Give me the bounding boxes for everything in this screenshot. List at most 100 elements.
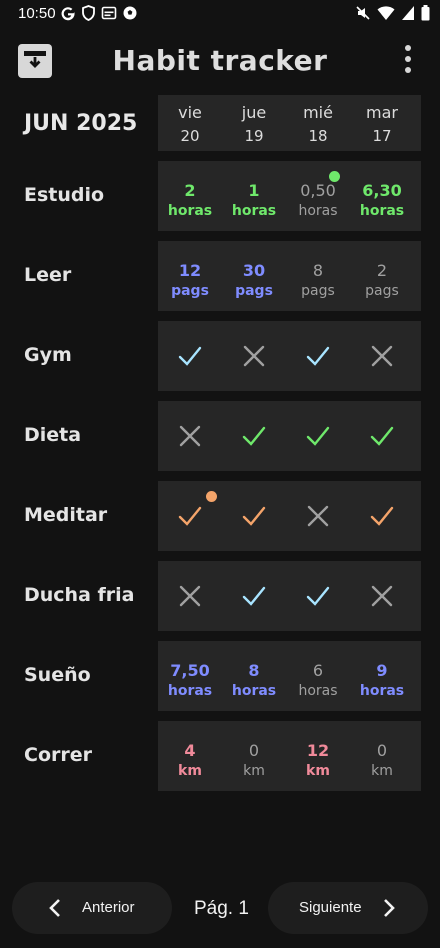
habit-row: 2 horas 1 horas 0,50 horas 6,30 horas — [158, 161, 421, 231]
habit-cell[interactable]: 6,30 horas — [350, 161, 414, 231]
habit-cell[interactable]: 7,50 horas — [158, 641, 222, 711]
habit-name: Leer — [24, 264, 72, 286]
habit-unit: horas — [298, 203, 338, 219]
check-icon — [242, 426, 266, 446]
habit-value: 12 — [306, 741, 330, 760]
check-icon — [242, 586, 266, 606]
check-icon — [242, 506, 266, 526]
habit-cell[interactable]: 30 pags — [222, 241, 286, 311]
weekday-label: mié — [303, 103, 333, 122]
habit-name: Meditar — [24, 504, 108, 526]
habit-cell[interactable]: 6 horas — [286, 641, 350, 711]
next-page-label: Siguiente — [299, 899, 362, 916]
habit-cell[interactable]: 9 horas — [350, 641, 414, 711]
habit-cell[interactable]: 0 km — [222, 721, 286, 791]
habit-cell[interactable]: 2 horas — [158, 161, 222, 231]
habit-cell[interactable]: 12 pags — [158, 241, 222, 311]
habit-cell[interactable] — [158, 481, 222, 551]
habit-cell[interactable] — [222, 561, 286, 631]
habit-value: 12 — [178, 261, 202, 280]
habit-unit: horas — [167, 203, 213, 219]
habit-cell[interactable] — [286, 321, 350, 391]
habit-cell[interactable] — [222, 401, 286, 471]
habit-row — [158, 401, 421, 471]
habit-cell[interactable]: 4 km — [158, 721, 222, 791]
habit-value: 2 — [376, 261, 388, 280]
habit-cell[interactable]: 8 pags — [286, 241, 350, 311]
habit-cell[interactable] — [350, 321, 414, 391]
habit-cell[interactable] — [350, 401, 414, 471]
habit-row — [158, 321, 421, 391]
previous-page-button[interactable]: Anterior — [12, 882, 172, 934]
habit-name: Sueño — [24, 664, 91, 686]
habit-cell[interactable]: 0,50 horas — [286, 161, 350, 231]
habit-cell[interactable] — [286, 481, 350, 551]
note-dot — [329, 171, 340, 182]
overflow-menu-button[interactable] — [402, 45, 414, 77]
date-column: jue 19 — [222, 95, 286, 145]
app-bar: Habit tracker — [0, 40, 440, 84]
habit-value: 0 — [376, 741, 388, 760]
habit-value: 4 — [184, 741, 196, 760]
note-dot — [206, 491, 217, 502]
calendar-icon — [101, 6, 117, 20]
habit-name: Estudio — [24, 184, 105, 206]
habit-unit: km — [243, 763, 265, 779]
habit-value: 8 — [248, 661, 260, 680]
google-icon — [61, 7, 75, 21]
check-icon — [178, 346, 202, 366]
habit-value: 0 — [248, 741, 260, 760]
habit-unit: pags — [301, 283, 335, 299]
date-column: vie 20 — [158, 95, 222, 145]
habit-row: 4 km 0 km 12 km 0 km — [158, 721, 421, 791]
cross-icon — [307, 505, 329, 527]
pager: Anterior Pág. 1 Siguiente — [0, 882, 440, 934]
check-icon — [306, 346, 330, 366]
cross-icon — [243, 345, 265, 367]
habit-value: 0,50 — [300, 181, 336, 200]
habit-value: 7,50 — [170, 661, 210, 680]
habit-cell[interactable]: 2 pags — [350, 241, 414, 311]
page-indicator: Pág. 1 — [194, 898, 249, 919]
habit-cell[interactable] — [350, 481, 414, 551]
habit-unit: km — [371, 763, 393, 779]
habit-unit: horas — [167, 683, 213, 699]
habit-unit: pags — [235, 283, 273, 299]
habit-cell[interactable] — [158, 321, 222, 391]
habit-cell[interactable] — [222, 481, 286, 551]
habit-cell[interactable] — [158, 401, 222, 471]
habit-name: Gym — [24, 344, 72, 366]
date-header: vie 20 jue 19 mié 18 mar 17 — [158, 95, 421, 151]
date-column: mié 18 — [286, 95, 350, 145]
habit-value: 9 — [376, 661, 388, 680]
habit-unit: pags — [171, 283, 209, 299]
habit-row: 7,50 horas 8 horas 6 horas 9 horas — [158, 641, 421, 711]
mute-icon — [356, 6, 370, 20]
habit-cell[interactable] — [286, 401, 350, 471]
day-number: 20 — [180, 127, 200, 145]
habit-cell[interactable]: 0 km — [350, 721, 414, 791]
habit-unit: horas — [231, 203, 277, 219]
habit-cell[interactable] — [350, 561, 414, 631]
habit-cell[interactable] — [158, 561, 222, 631]
habit-row — [158, 481, 421, 551]
status-time: 10:50 — [18, 5, 56, 22]
weekday-label: jue — [241, 103, 267, 122]
habit-cell[interactable]: 1 horas — [222, 161, 286, 231]
check-icon — [370, 426, 394, 446]
habit-unit: km — [178, 763, 202, 779]
habit-cell[interactable] — [222, 321, 286, 391]
habit-value: 1 — [248, 181, 260, 200]
habit-row — [158, 561, 421, 631]
day-number: 17 — [372, 127, 392, 145]
date-column: mar 17 — [350, 95, 414, 145]
habit-unit: horas — [359, 203, 405, 219]
next-page-button[interactable]: Siguiente — [268, 882, 428, 934]
habit-cell[interactable]: 12 km — [286, 721, 350, 791]
habit-value: 6,30 — [362, 181, 402, 200]
weekday-label: vie — [178, 103, 202, 122]
check-icon — [178, 506, 202, 526]
status-bar: 10:50 — [0, 0, 440, 28]
habit-cell[interactable]: 8 horas — [222, 641, 286, 711]
habit-cell[interactable] — [286, 561, 350, 631]
